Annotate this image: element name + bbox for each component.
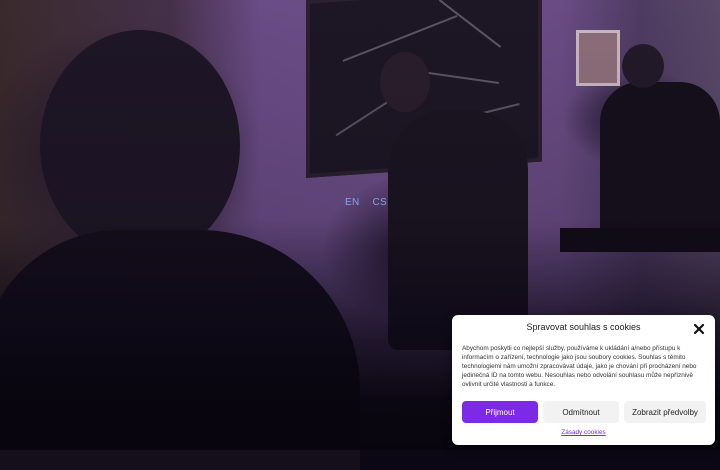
cookie-banner-title: Spravovat souhlas s cookies — [526, 322, 641, 332]
deny-button[interactable]: Odmítnout — [543, 401, 619, 423]
close-icon[interactable] — [693, 322, 705, 335]
language-switcher: EN CS — [345, 197, 387, 208]
cookie-consent-banner: Spravovat souhlas s cookies Abychom posk… — [452, 315, 715, 445]
cookie-policy-link[interactable]: Zásady cookies — [561, 429, 605, 436]
language-en-link[interactable]: EN — [345, 197, 360, 208]
cookie-banner-text: Abychom poskytli co nejlepší služby, pou… — [462, 345, 697, 389]
accept-button[interactable]: Přijmout — [462, 401, 538, 423]
language-cs-link[interactable]: CS — [373, 197, 388, 208]
view-preferences-button[interactable]: Zobrazit předvolby — [624, 401, 706, 423]
cookie-policy-row: Zásady cookies — [452, 429, 715, 436]
cookie-button-row: Přijmout Odmítnout Zobrazit předvolby — [462, 401, 706, 423]
